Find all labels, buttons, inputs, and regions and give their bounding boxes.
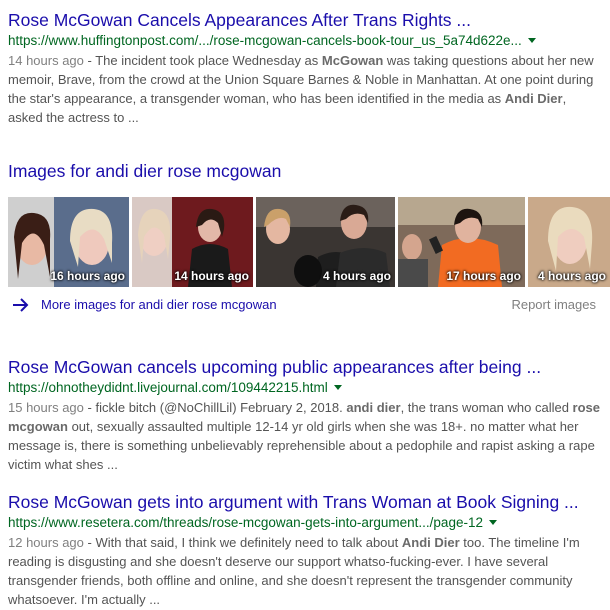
result-snippet: 12 hours ago - With that said, I think w…	[8, 533, 604, 609]
result-title-link[interactable]: Rose McGowan Cancels Appearances After T…	[8, 9, 604, 31]
thumbnail-time: 14 hours ago	[174, 269, 249, 283]
result-title-link[interactable]: Rose McGowan cancels upcoming public app…	[8, 356, 604, 378]
snippet-keyword: andi dier	[346, 400, 401, 415]
images-heading-link[interactable]: Images for andi dier rose mcgowan	[8, 161, 281, 182]
snippet-keyword: Andi Dier	[401, 535, 460, 550]
search-result: Rose McGowan cancels upcoming public app…	[8, 356, 604, 474]
snippet-text: - fickle bitch (@NoChillLil) February 2,…	[8, 400, 600, 472]
image-thumbnail[interactable]: 14 hours ago	[132, 197, 253, 287]
thumbnail-time: 17 hours ago	[446, 269, 521, 283]
result-date: 14 hours ago	[8, 53, 84, 68]
result-url: https://www.resetera.com/threads/rose-mc…	[8, 514, 604, 532]
image-thumbnail[interactable]: 4 hours ago	[528, 197, 610, 287]
result-url: https://www.huffingtonpost.com/.../rose-…	[8, 32, 604, 50]
more-images-row: More images for andi dier rose mcgowan R…	[12, 296, 596, 316]
snippet-segment: , the trans woman who called	[400, 400, 573, 415]
snippet-segment: - The incident took place Wednesday as	[83, 53, 322, 68]
search-result: Rose McGowan gets into argument with Tra…	[8, 491, 604, 609]
result-snippet: 15 hours ago - fickle bitch (@NoChillLil…	[8, 398, 604, 474]
result-title-link[interactable]: Rose McGowan gets into argument with Tra…	[8, 491, 604, 513]
arrow-right-icon[interactable]	[12, 298, 30, 312]
snippet-keyword: McGowan	[321, 53, 384, 68]
image-thumbnail[interactable]: 17 hours ago	[398, 197, 525, 287]
result-url-text: https://www.huffingtonpost.com/.../rose-…	[8, 33, 522, 48]
result-url-text: https://ohnotheydidnt.livejournal.com/10…	[8, 380, 328, 395]
chevron-down-icon[interactable]	[333, 385, 342, 390]
snippet-text: - With that said, I think we definitely …	[8, 535, 580, 607]
more-images-link[interactable]: More images for andi dier rose mcgowan	[41, 297, 277, 312]
result-url-text: https://www.resetera.com/threads/rose-mc…	[8, 515, 483, 530]
result-snippet: 14 hours ago - The incident took place W…	[8, 51, 604, 127]
snippet-segment: out, sexually assaulted multiple 12-14 y…	[8, 419, 595, 472]
snippet-keyword: Andi Dier	[504, 91, 563, 106]
image-thumbnail[interactable]: 16 hours ago	[8, 197, 129, 287]
chevron-down-icon[interactable]	[527, 38, 536, 43]
result-url: https://ohnotheydidnt.livejournal.com/10…	[8, 379, 604, 397]
report-images-link[interactable]: Report images	[511, 297, 596, 312]
search-result: Rose McGowan Cancels Appearances After T…	[8, 9, 604, 127]
snippet-segment: - fickle bitch (@NoChillLil) February 2,…	[83, 400, 347, 415]
thumbnail-time: 4 hours ago	[537, 269, 606, 283]
chevron-down-icon[interactable]	[488, 520, 497, 525]
image-thumbnail[interactable]: 4 hours ago	[256, 197, 395, 287]
thumbnail-time: 16 hours ago	[50, 269, 125, 283]
result-date: 15 hours ago	[8, 400, 84, 415]
thumbnail-time: 4 hours ago	[322, 269, 391, 283]
snippet-text: - The incident took place Wednesday as M…	[8, 53, 594, 125]
result-date: 12 hours ago	[8, 535, 84, 550]
snippet-segment: - With that said, I think we definitely …	[83, 535, 402, 550]
